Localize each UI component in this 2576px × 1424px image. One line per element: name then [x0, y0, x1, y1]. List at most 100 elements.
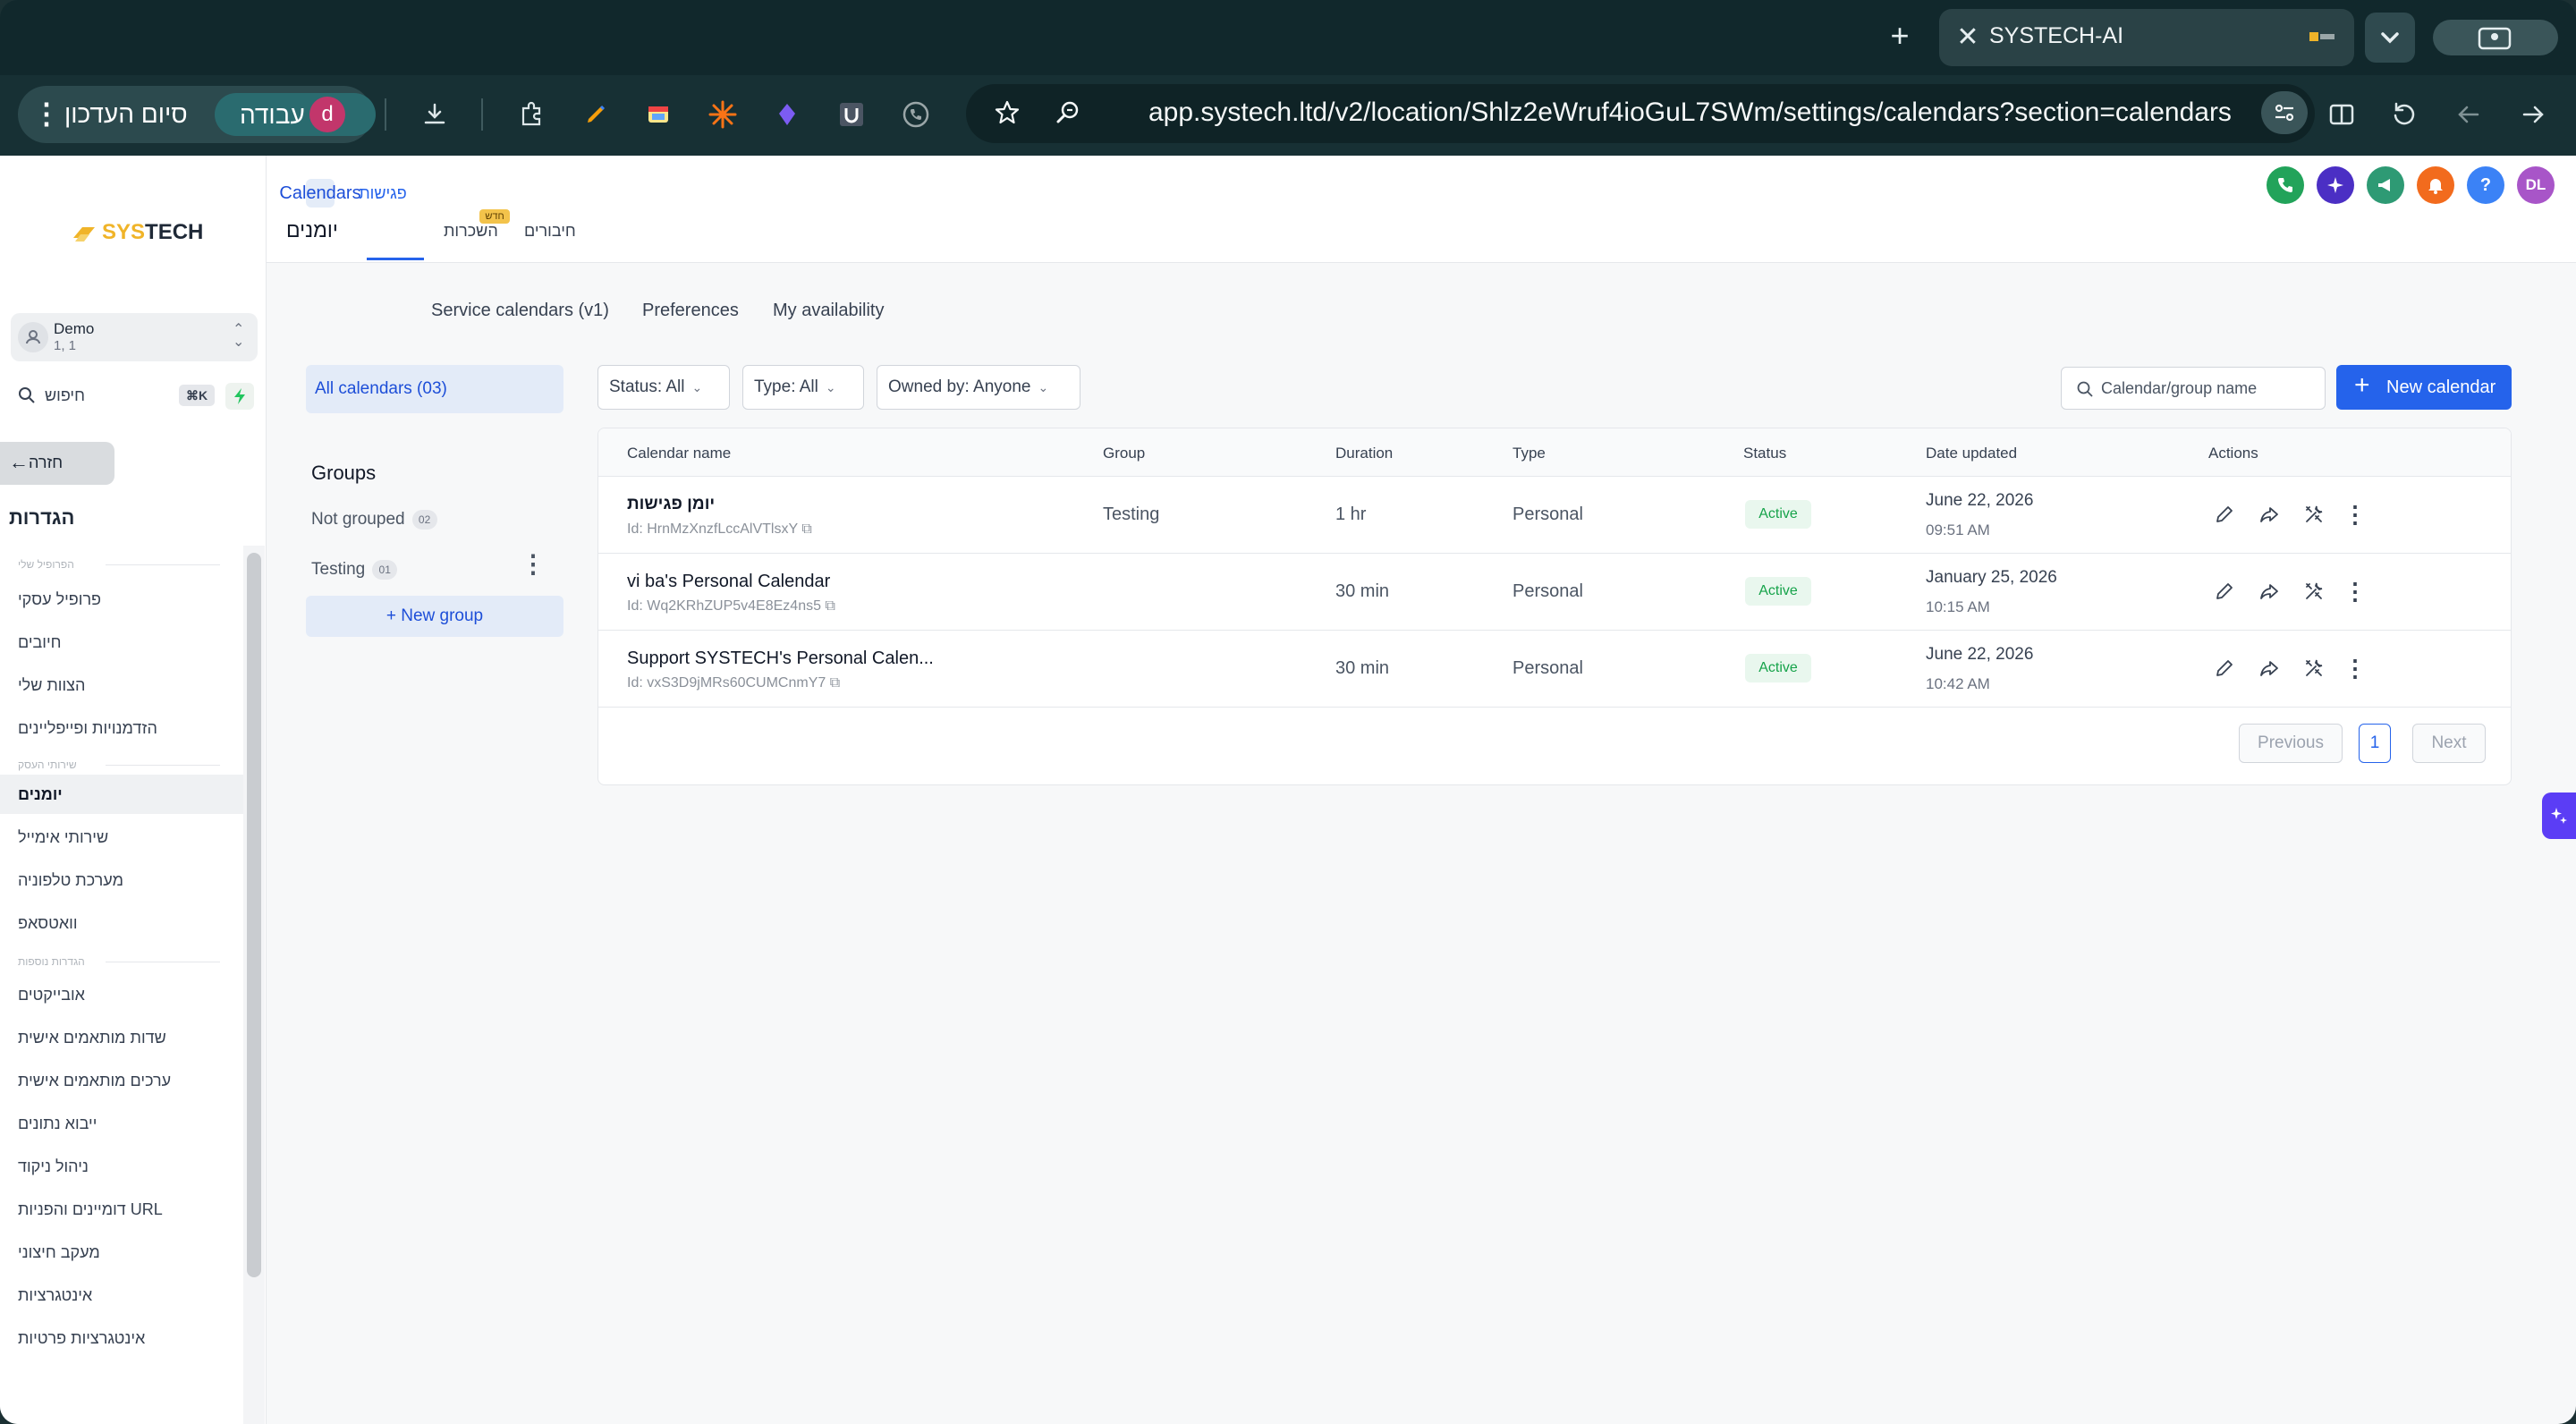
browser-tab[interactable]: ✕ SYSTECH-AI: [1939, 9, 2354, 66]
site-settings-icon[interactable]: [2261, 91, 2308, 134]
sidebar-item-email-services[interactable]: שירותי אימייל: [0, 818, 243, 857]
pen-extension-icon[interactable]: [574, 93, 617, 136]
download-icon[interactable]: [413, 93, 456, 136]
row-more-icon[interactable]: ⋮: [2341, 500, 2369, 529]
type-filter[interactable]: Type: All ⌄: [742, 365, 864, 410]
subtab-calendars[interactable]: Calendars: [279, 179, 361, 208]
column-header[interactable]: Group: [1103, 445, 1145, 462]
back-button[interactable]: ← חזרה: [0, 442, 114, 485]
help-icon[interactable]: ?: [2467, 166, 2504, 204]
column-header[interactable]: Status: [1743, 445, 1786, 462]
sidebar-item-custom-fields[interactable]: שדות מותאמים אישית: [0, 1018, 243, 1057]
user-avatar[interactable]: DL: [2517, 166, 2555, 204]
tab-search-button[interactable]: [2365, 13, 2415, 63]
work-profile-chip[interactable]: עבודה: [215, 93, 376, 136]
megaphone-icon[interactable]: [2367, 166, 2404, 204]
sidebar-item-custom-values[interactable]: ערכים מותאמים אישית: [0, 1061, 243, 1100]
edit-pencil-icon[interactable]: [2210, 654, 2239, 682]
table-row[interactable]: vi ba's Personal Calendar Id: Wq2KRhZUP5…: [598, 554, 2511, 631]
bookmark-star-icon[interactable]: [986, 91, 1029, 134]
group-item-testing[interactable]: Testing 01: [311, 560, 398, 580]
calendar-name[interactable]: יומן פגישות: [627, 495, 715, 514]
sidebar-item-objects[interactable]: אובייקטים: [0, 975, 243, 1014]
tools-icon[interactable]: [2300, 500, 2328, 529]
sidebar-item-calendars[interactable]: יומנים: [0, 775, 243, 814]
phone-extension-icon[interactable]: [894, 93, 937, 136]
new-group-button[interactable]: + New group: [306, 596, 564, 637]
calendar-name[interactable]: Support SYSTECH's Personal Calen...: [627, 648, 934, 669]
url-text[interactable]: app.systech.ltd/v2/location/Shlz2eWruf4i…: [1148, 97, 2232, 128]
column-header[interactable]: Duration: [1335, 445, 1393, 462]
tab-rentals[interactable]: השכרות: [444, 222, 498, 241]
table-row[interactable]: יומן פגישות Id: HrnMzXnzfLccAlVTlsxY ⧉ T…: [598, 477, 2511, 554]
sidebar-item-external-tracking[interactable]: מעקב חיצוני: [0, 1233, 243, 1272]
group-item-not-grouped[interactable]: Not grouped 02: [311, 510, 437, 530]
copy-icon[interactable]: ⧉: [830, 675, 840, 691]
sidebar-item-business-profile[interactable]: פרופיל עסקי: [0, 580, 243, 619]
profile-avatar[interactable]: d: [309, 97, 345, 132]
forward-arrow-icon[interactable]: [2512, 93, 2555, 136]
share-icon[interactable]: [2255, 577, 2284, 606]
close-tab-icon[interactable]: ✕: [1950, 20, 1986, 55]
share-icon[interactable]: [2255, 654, 2284, 682]
edit-pencil-icon[interactable]: [2210, 500, 2239, 529]
quick-action-bolt-icon[interactable]: [225, 383, 254, 410]
owner-filter[interactable]: Owned by: Anyone ⌄: [877, 365, 1080, 410]
sidebar-item-integrations[interactable]: אינטגרציות: [0, 1276, 243, 1315]
zoom-icon[interactable]: [1046, 91, 1089, 134]
copy-icon[interactable]: ⧉: [801, 521, 811, 537]
crystal-extension-icon[interactable]: [766, 93, 809, 136]
subtab-preferences[interactable]: Preferences: [630, 288, 751, 335]
u-extension-icon[interactable]: [830, 93, 873, 136]
sidebar-item-pipelines[interactable]: הזדמנויות ופייפליינים: [0, 708, 243, 748]
calendar-name[interactable]: vi ba's Personal Calendar: [627, 572, 830, 592]
all-calendars-item[interactable]: All calendars (03): [306, 365, 564, 413]
sidebar-search[interactable]: חיפוש ⌘K: [11, 381, 215, 411]
column-header[interactable]: Calendar name: [627, 445, 731, 462]
sparkle-extension-icon[interactable]: [701, 93, 744, 136]
table-row[interactable]: Support SYSTECH's Personal Calen... Id: …: [598, 631, 2511, 708]
profile-pill[interactable]: ⋮ סיום העדכון עבודה d: [18, 86, 376, 143]
sidebar-item-data-import[interactable]: ייבוא נתונים: [0, 1104, 243, 1143]
copy-icon[interactable]: ⧉: [825, 598, 835, 614]
sidebar-item-whatsapp[interactable]: וואטסאפ: [0, 903, 243, 943]
screenshot-extension-icon[interactable]: [637, 93, 680, 136]
split-view-icon[interactable]: [2320, 93, 2363, 136]
row-more-icon[interactable]: ⋮: [2341, 577, 2369, 606]
previous-page-button[interactable]: Previous: [2239, 724, 2343, 763]
next-page-button[interactable]: Next: [2412, 724, 2486, 763]
status-filter[interactable]: Status: All ⌄: [597, 365, 730, 410]
edit-pencil-icon[interactable]: [2210, 577, 2239, 606]
share-icon[interactable]: [2255, 500, 2284, 529]
ai-assistant-tab-icon[interactable]: [2542, 793, 2576, 839]
column-header[interactable]: Date updated: [1926, 445, 2017, 462]
calendar-search-input[interactable]: Calendar/group name: [2061, 367, 2326, 410]
app-logo[interactable]: SYSTECH: [72, 220, 203, 245]
page-number-button[interactable]: 1: [2359, 724, 2391, 763]
new-tab-button[interactable]: +: [1882, 16, 1918, 55]
ai-sparkle-icon[interactable]: [2317, 166, 2354, 204]
update-label[interactable]: סיום העדכון: [64, 100, 188, 129]
more-menu-icon[interactable]: ⋮: [32, 97, 61, 132]
tab-connections[interactable]: חיבורים: [524, 222, 576, 241]
reload-icon[interactable]: [2383, 93, 2426, 136]
sidebar-item-my-team[interactable]: הצוות שלי: [0, 665, 243, 705]
sidebar-scrollbar[interactable]: [247, 553, 261, 1277]
new-calendar-button[interactable]: + New calendar: [2336, 365, 2512, 410]
notifications-bell-icon[interactable]: [2417, 166, 2454, 204]
sidebar-item-phone-system[interactable]: מערכת טלפוניה: [0, 860, 243, 900]
group-more-icon[interactable]: ⋮: [521, 552, 546, 581]
row-more-icon[interactable]: ⋮: [2341, 654, 2369, 682]
tab-meetings[interactable]: פגישות: [359, 179, 407, 208]
sidebar-item-domains[interactable]: דומיינים והפניות URL: [0, 1190, 243, 1229]
sidebar-item-private-integrations[interactable]: אינטגרציות פרטיות: [0, 1318, 243, 1358]
address-bar[interactable]: app.systech.ltd/v2/location/Shlz2eWruf4i…: [966, 84, 2315, 143]
sidebar-item-scoring[interactable]: ניהול ניקוד: [0, 1147, 243, 1186]
subtab-service-calendars[interactable]: Service calendars (v1): [419, 288, 622, 335]
extensions-icon[interactable]: [510, 93, 553, 136]
tools-icon[interactable]: [2300, 577, 2328, 606]
subtab-my-availability[interactable]: My availability: [760, 288, 896, 335]
window-profile-button[interactable]: [2433, 20, 2558, 55]
account-switcher[interactable]: Demo 1, 1 ⌃ ⌄: [11, 313, 258, 361]
sidebar-item-billing[interactable]: חיובים: [0, 623, 243, 662]
